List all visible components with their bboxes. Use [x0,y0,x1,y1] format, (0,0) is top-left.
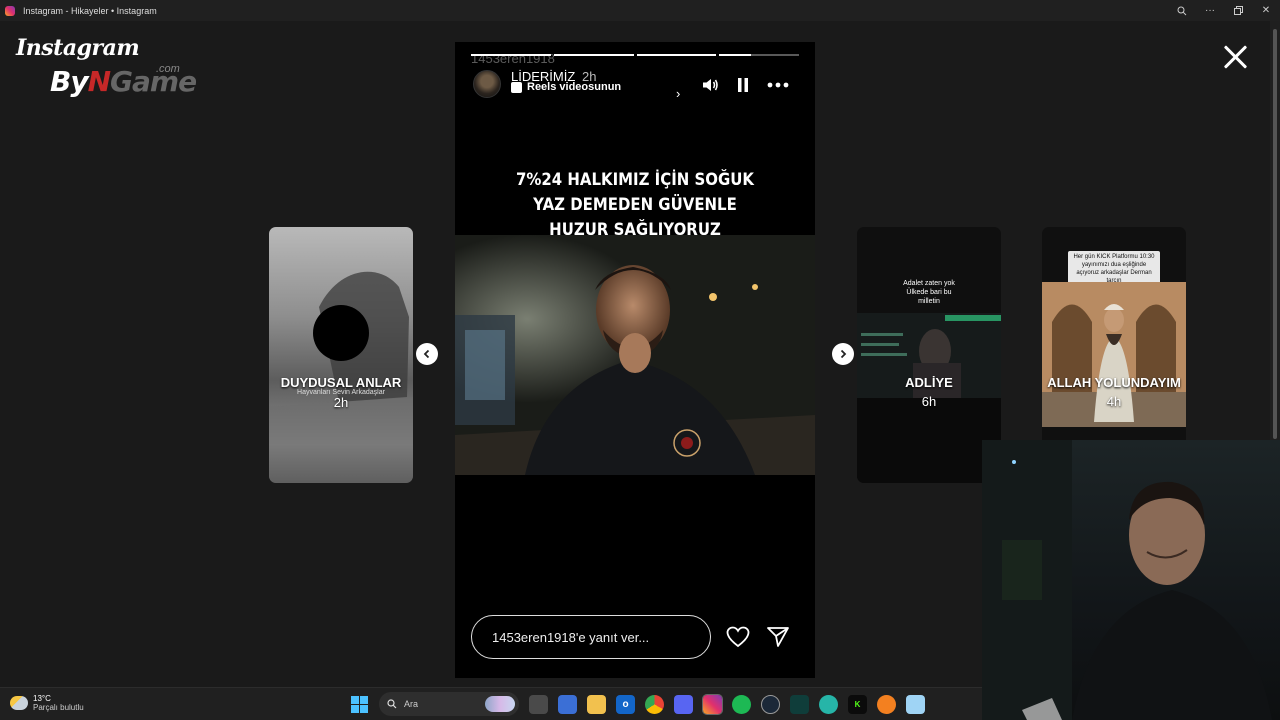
story-headline: 7%24 HALKIMIZ İÇİN SOĞUK YAZ DEMEDEN GÜV… [515,170,755,240]
search-icon [387,699,397,709]
instagram-app-icon[interactable] [702,693,723,715]
chevron-left-icon [423,349,430,359]
previous-story-button[interactable] [416,343,438,365]
channel-logo: Instagram ByNGame .com [16,35,197,98]
taskbar-search[interactable]: Ara [379,692,519,716]
story-username: ADLİYE [905,375,953,390]
story-username: ALLAH YOLUNDAYIM [1047,375,1181,390]
outlook-icon[interactable]: o [616,694,635,714]
logo-instagram-text: Instagram [16,35,140,61]
reels-icon [511,81,522,93]
windows-start-icon[interactable] [350,695,369,714]
windows-taskbar: 13°C Parçalı bulutlu Ara o K [0,687,982,720]
current-story[interactable]: 1453eren1918 LİDERİMİZ 2h Reels videosun… [455,42,815,678]
story-username: DUYDUSAL ANLAR [280,375,402,390]
scrollbar-thumb[interactable] [1273,29,1277,439]
chevron-right-icon[interactable]: › [676,86,680,101]
partly-cloudy-icon [10,696,28,710]
reels-link[interactable]: Reels videosunun [511,81,621,93]
next-story-button[interactable] [832,343,854,365]
progress-segment [471,54,551,56]
progress-segment [553,54,634,56]
story-time: 6h [921,394,937,409]
progress-segment [636,54,717,56]
terminal-app-icon[interactable] [790,694,809,714]
weather-description: Parçalı bulutlu [33,703,84,712]
story-photo [455,235,815,475]
streamer-camera-image [982,440,1272,720]
close-stories-button[interactable] [1222,44,1248,70]
story-progress-bars [471,54,799,56]
cloud-app-icon[interactable] [877,694,896,714]
story-reply-input[interactable] [471,615,711,659]
story-time: 4h [1106,394,1122,409]
heart-icon[interactable] [725,624,751,650]
search-placeholder: Ara [404,699,419,709]
file-explorer-icon[interactable] [587,694,606,714]
discord-icon[interactable] [674,694,693,714]
story-avatar [313,305,369,361]
logo-domain-suffix: .com [156,63,180,75]
story-preview-right-1[interactable]: Adalet zaten yok Ülkede bari bu milletin… [857,227,1001,483]
instagram-favicon-icon [5,5,15,16]
spotify-icon[interactable] [732,694,751,714]
browser-titlebar: Instagram - Hikayeler • Instagram ··· ✕ [0,0,1280,21]
pause-icon[interactable] [732,74,754,96]
steam-icon[interactable] [761,694,780,714]
kick-app-icon[interactable]: K [848,694,867,714]
story-author-avatar[interactable] [473,70,501,98]
task-view-icon[interactable] [529,694,548,714]
window-controls: ··· ✕ [1168,0,1280,21]
more-options-icon[interactable] [767,74,789,96]
microsoft-store-icon[interactable] [558,694,577,714]
chrome-icon[interactable] [645,694,664,714]
chevron-right-icon [840,349,847,359]
story-caption: Adalet zaten yok Ülkede bari bu milletin [903,280,955,305]
taskbar-apps: Ara o K [350,692,925,716]
streaming-app-icon[interactable] [819,694,838,714]
story-preview-left[interactable]: DUYDUSAL ANLAR Hayvanları Sevin Arkadaşl… [269,227,413,483]
weather-temperature: 13°C [33,694,51,703]
restore-icon[interactable] [1224,0,1252,21]
close-window-icon[interactable]: ✕ [1252,0,1280,21]
notepad-icon[interactable] [906,694,925,714]
window-title: Instagram - Hikayeler • Instagram [23,5,157,16]
story-time: 2h [333,395,349,410]
volume-icon[interactable] [699,74,721,96]
search-highlight-icon [485,696,515,712]
send-icon[interactable] [765,624,791,650]
webcam-overlay [982,440,1280,720]
weather-widget[interactable]: 13°C Parçalı bulutlu [10,694,84,712]
more-icon[interactable]: ··· [1196,0,1224,21]
progress-segment [719,54,799,56]
zoom-icon[interactable] [1168,0,1196,21]
